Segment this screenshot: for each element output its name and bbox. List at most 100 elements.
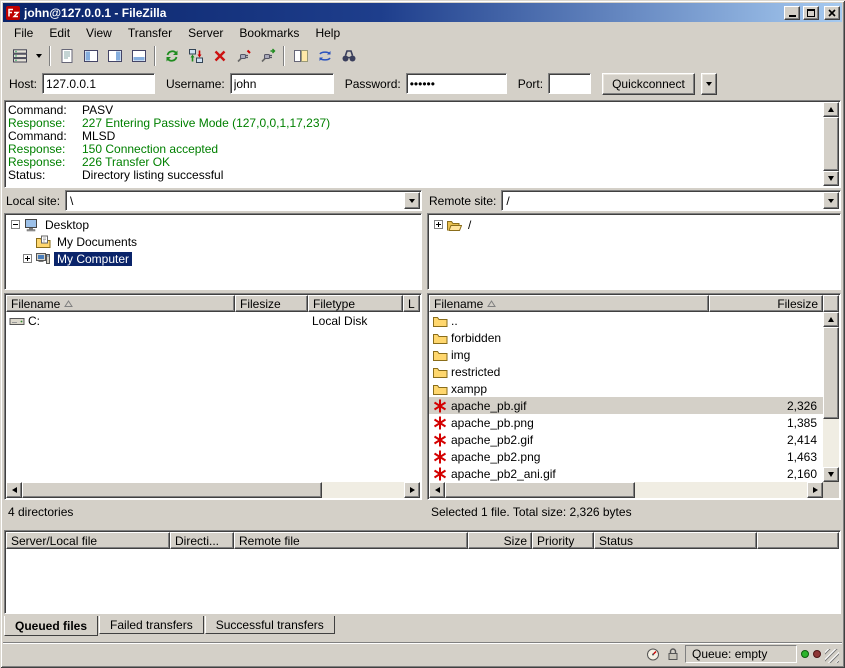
remote-file-row[interactable]: apache_pb.png 1,385 <box>429 414 823 431</box>
expand-icon[interactable] <box>23 254 32 263</box>
remote-scroll-right-icon[interactable] <box>807 482 823 498</box>
remote-file-row[interactable]: apache_pb2_ani.gif 2,160 <box>429 465 823 482</box>
close-button[interactable] <box>824 6 840 20</box>
queue-column-server-local-file[interactable]: Server/Local file <box>6 532 170 549</box>
expand-icon[interactable] <box>434 220 443 229</box>
transfer-queue: Server/Local file Directi... Remote file… <box>4 530 841 614</box>
local-site-combobox[interactable]: \ <box>65 190 422 211</box>
remote-site-combobox[interactable]: / <box>501 190 841 211</box>
queue-column-priority[interactable]: Priority <box>532 532 594 549</box>
site-manager-icon[interactable] <box>8 45 31 67</box>
tab-failed-transfers[interactable]: Failed transfers <box>99 616 204 634</box>
tab-successful-transfers[interactable]: Successful transfers <box>205 616 335 634</box>
menu-transfer[interactable]: Transfer <box>120 24 180 42</box>
log-scroll-thumb[interactable] <box>823 117 839 171</box>
menu-file[interactable]: File <box>6 24 41 42</box>
quickconnect-button[interactable]: Quickconnect <box>602 73 695 95</box>
maximize-button[interactable] <box>803 6 819 20</box>
remote-hscroll-thumb[interactable] <box>445 482 635 498</box>
local-column-last-modified[interactable]: L <box>403 295 420 312</box>
remote-file-row[interactable]: apache_pb2.png 1,463 <box>429 448 823 465</box>
remote-status-text: Selected 1 file. Total size: 2,326 bytes <box>427 503 841 521</box>
tree-item-my-documents[interactable]: My Documents <box>7 233 419 250</box>
tab-queued-files[interactable]: Queued files <box>4 616 98 636</box>
remote-scroll-left-icon[interactable] <box>429 482 445 498</box>
queue-column-size[interactable]: Size <box>468 532 532 549</box>
speed-limit-icon[interactable] <box>645 646 661 662</box>
cancel-icon[interactable] <box>208 45 231 67</box>
log-line: Response:150 Connection accepted <box>8 142 821 155</box>
remote-file-row[interactable]: xampp <box>429 380 823 397</box>
remote-file-name: apache_pb.png <box>451 416 534 430</box>
username-input[interactable] <box>230 73 334 94</box>
host-input[interactable] <box>42 73 155 94</box>
log-line-label: Response: <box>8 155 82 169</box>
site-manager-dropdown-icon[interactable] <box>32 45 45 67</box>
toggle-message-log-icon[interactable] <box>55 45 78 67</box>
local-scroll-thumb[interactable] <box>22 482 322 498</box>
local-column-filename[interactable]: Filename <box>6 295 235 312</box>
resize-grip-icon[interactable] <box>825 649 839 663</box>
process-queue-icon[interactable] <box>184 45 207 67</box>
toggle-transfer-queue-icon[interactable] <box>127 45 150 67</box>
menu-help[interactable]: Help <box>307 24 348 42</box>
local-column-filetype[interactable]: Filetype <box>308 295 403 312</box>
directory-comparison-icon[interactable] <box>289 45 312 67</box>
local-scroll-right-icon[interactable] <box>404 482 420 498</box>
encryption-icon[interactable] <box>665 646 681 662</box>
remote-vscroll-thumb[interactable] <box>823 327 839 419</box>
collapse-icon[interactable] <box>11 220 20 229</box>
quickconnect-dropdown-icon[interactable] <box>701 73 717 95</box>
menu-bookmarks[interactable]: Bookmarks <box>231 24 307 42</box>
local-file-row-c-drive[interactable]: C: Local Disk <box>6 312 420 329</box>
remote-file-name: apache_pb2.png <box>451 450 540 464</box>
port-input[interactable] <box>548 73 591 94</box>
toggle-local-tree-icon[interactable] <box>79 45 102 67</box>
log-scroll-up-icon[interactable] <box>823 102 839 117</box>
remote-horizontal-scrollbar[interactable] <box>429 482 823 498</box>
remote-site-dropdown-icon[interactable] <box>823 192 839 209</box>
refresh-icon[interactable] <box>160 45 183 67</box>
local-horizontal-scrollbar[interactable] <box>6 482 420 498</box>
remote-file-row[interactable]: forbidden <box>429 329 823 346</box>
toggle-remote-tree-icon[interactable] <box>103 45 126 67</box>
find-files-icon[interactable] <box>337 45 360 67</box>
local-column-filesize[interactable]: Filesize <box>235 295 308 312</box>
folder-icon <box>432 330 448 346</box>
port-label: Port: <box>518 77 543 91</box>
remote-file-row-selected[interactable]: apache_pb.gif 2,326 <box>429 397 823 414</box>
reconnect-icon[interactable] <box>256 45 279 67</box>
remote-file-row[interactable]: img <box>429 346 823 363</box>
local-site-dropdown-icon[interactable] <box>404 192 420 209</box>
password-input[interactable] <box>406 73 507 94</box>
remote-file-row[interactable]: restricted <box>429 363 823 380</box>
queue-column-direction[interactable]: Directi... <box>170 532 234 549</box>
queue-column-status[interactable]: Status <box>594 532 757 549</box>
remote-scroll-up-icon[interactable] <box>823 312 839 327</box>
log-scroll-down-icon[interactable] <box>823 171 839 186</box>
toolbar <box>3 43 842 68</box>
menu-view[interactable]: View <box>78 24 120 42</box>
menu-server[interactable]: Server <box>180 24 231 42</box>
tree-item-my-computer[interactable]: My Computer <box>7 250 419 267</box>
remote-scroll-down-icon[interactable] <box>823 467 839 482</box>
queue-column-remote-file[interactable]: Remote file <box>234 532 468 549</box>
disconnect-icon[interactable] <box>232 45 255 67</box>
remote-site-row: Remote site: / <box>427 190 841 211</box>
tree-item-desktop[interactable]: Desktop <box>7 216 419 233</box>
remote-file-row[interactable]: apache_pb2.gif 2,414 <box>429 431 823 448</box>
menu-edit[interactable]: Edit <box>41 24 78 42</box>
log-scrollbar[interactable] <box>823 102 839 186</box>
synchronized-browsing-icon[interactable] <box>313 45 336 67</box>
queue-body[interactable] <box>6 549 839 612</box>
remote-file-name: forbidden <box>451 331 501 345</box>
titlebar[interactable]: john@127.0.0.1 - FileZilla <box>3 3 842 22</box>
local-scroll-left-icon[interactable] <box>6 482 22 498</box>
remote-vertical-scrollbar[interactable] <box>823 312 839 482</box>
remote-column-filesize[interactable]: Filesize <box>709 295 823 312</box>
tree-item-root[interactable]: / <box>430 216 838 233</box>
quickconnect-button-label: Quickconnect <box>612 77 685 91</box>
minimize-button[interactable] <box>784 6 800 20</box>
remote-column-filename[interactable]: Filename <box>429 295 709 312</box>
remote-file-row[interactable]: .. <box>429 312 823 329</box>
